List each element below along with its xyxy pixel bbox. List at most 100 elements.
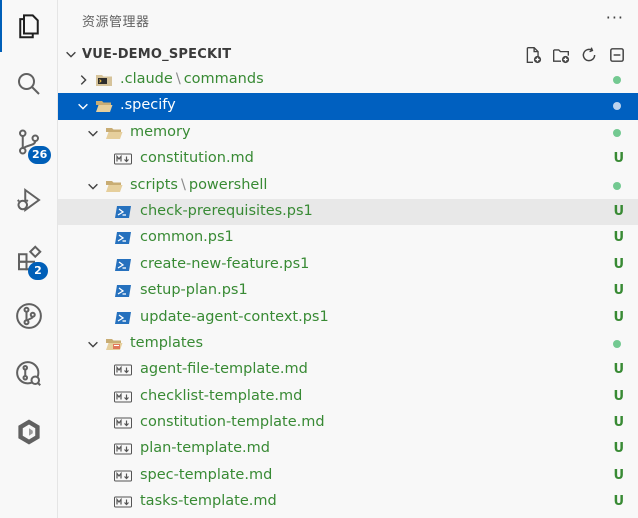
search-icon[interactable] (0, 58, 58, 110)
folder-claude-icon (96, 75, 112, 86)
more-actions-button[interactable]: ··· (606, 8, 624, 27)
folder-name: .claude (120, 71, 173, 87)
section-actions (522, 44, 628, 66)
folder-open-icon (106, 180, 123, 192)
untracked-status: U (613, 494, 624, 510)
workspace-section-header[interactable]: VUE-DEMO_SPECKIT (58, 40, 638, 68)
powershell-file-icon (115, 205, 131, 218)
chevron-down-icon (88, 130, 98, 137)
explorer-icon[interactable] (0, 0, 58, 52)
tree-item-memory[interactable]: memory (58, 120, 638, 146)
git-modified-dot (613, 128, 621, 137)
tree-item-template-file[interactable]: checklist-template.md U (58, 384, 638, 410)
file-name: spec-template.md (140, 466, 273, 483)
tree-item-ps-file[interactable]: update-agent-context.ps1 U (58, 305, 638, 331)
untracked-status: U (613, 256, 624, 272)
untracked-status: U (613, 151, 624, 167)
file-name: tasks-template.md (140, 493, 277, 510)
powershell-file-icon (115, 311, 131, 324)
explorer-title: 资源管理器 (82, 14, 150, 30)
file-name: plan-template.md (140, 440, 270, 457)
untracked-status: U (613, 467, 624, 483)
new-folder-icon (553, 49, 570, 64)
tree-item-template-file[interactable]: spec-template.md U (58, 463, 638, 489)
powershell-file-icon (115, 285, 131, 298)
run-debug-icon[interactable] (0, 174, 58, 226)
explorer-sidebar: 资源管理器 ··· VUE-DEMO_SPECKIT .claude \ com… (58, 0, 638, 518)
powershell-file-icon (115, 258, 131, 271)
markdown-file-icon (114, 153, 132, 165)
folder-open-icon (96, 101, 113, 113)
subfolder-name: powershell (188, 176, 268, 193)
folder-templates-icon (106, 338, 123, 350)
extensions-icon[interactable]: 2 (0, 232, 58, 284)
untracked-status: U (613, 309, 624, 325)
git-graph-icon[interactable] (0, 290, 58, 342)
git-history-icon[interactable] (0, 348, 58, 400)
chevron-down-icon (88, 341, 98, 348)
file-name: check-prerequisites.ps1 (140, 202, 313, 219)
tree-item-ps-file[interactable]: check-prerequisites.ps1 U (58, 198, 638, 226)
git-modified-dot (613, 339, 621, 348)
scm-badge: 26 (28, 146, 52, 164)
folder-name: scripts (130, 176, 178, 193)
tree-item-ps-file[interactable]: setup-plan.ps1 U (58, 278, 638, 304)
folder-name: .specify (120, 97, 176, 114)
refresh-icon (582, 47, 596, 62)
markdown-file-icon (114, 496, 132, 508)
new-file-button[interactable] (522, 44, 544, 66)
remote-explorer-icon[interactable] (0, 406, 58, 458)
new-file-icon (526, 47, 542, 64)
untracked-status: U (613, 362, 624, 378)
tree-item-template-file[interactable]: tasks-template.md U (58, 489, 638, 515)
chevron-right-icon (80, 75, 87, 85)
markdown-file-icon (114, 391, 132, 403)
untracked-status: U (613, 283, 624, 299)
tree-item-ps-file[interactable]: create-new-feature.ps1 U (58, 252, 638, 278)
tree-item-constitution-md[interactable]: constitution.md U (58, 146, 638, 172)
folder-open-icon (106, 127, 123, 139)
chevron-down-icon (88, 183, 98, 190)
file-name: common.ps1 (140, 229, 234, 246)
git-modified-dot (613, 181, 621, 190)
untracked-status: U (613, 441, 624, 457)
markdown-file-icon (114, 364, 132, 376)
file-name: agent-file-template.md (140, 361, 308, 378)
file-name: checklist-template.md (140, 387, 303, 404)
collapse-all-icon (610, 48, 624, 62)
tree-item-templates[interactable]: templates (58, 331, 638, 357)
markdown-file-icon (114, 470, 132, 482)
markdown-file-icon (114, 417, 132, 429)
tree-item-ps-file[interactable]: common.ps1 U (58, 225, 638, 251)
path-separator: \ (180, 176, 186, 193)
explorer-header: 资源管理器 ··· (58, 0, 638, 40)
subfolder-name: commands (183, 71, 264, 87)
file-name: constitution.md (140, 150, 254, 167)
file-tree: .claude \ commands .specify memory const… (58, 67, 638, 516)
git-modified-dot (613, 76, 621, 84)
untracked-status: U (613, 230, 624, 246)
path-separator: \ (175, 71, 181, 87)
new-folder-button[interactable] (550, 44, 572, 66)
chevron-down-icon (78, 104, 88, 111)
file-name: setup-plan.ps1 (140, 282, 248, 299)
folder-name: memory (130, 123, 191, 140)
tree-item-template-file[interactable]: agent-file-template.md U (58, 357, 638, 383)
source-control-icon[interactable]: 26 (0, 116, 58, 168)
folder-name: templates (130, 334, 204, 351)
untracked-status: U (613, 203, 624, 219)
chevron-down-icon (66, 51, 76, 58)
untracked-status: U (613, 388, 624, 404)
tree-item-template-file[interactable]: constitution-template.md U (58, 410, 638, 436)
tree-item-scripts-powershell[interactable]: scripts \ powershell (58, 173, 638, 199)
refresh-button[interactable] (578, 44, 600, 66)
file-name: update-agent-context.ps1 (140, 308, 329, 325)
powershell-file-icon (115, 232, 131, 245)
tree-item-specify[interactable]: .specify (58, 93, 638, 120)
tree-item-claude-commands[interactable]: .claude \ commands (58, 67, 638, 93)
collapse-all-button[interactable] (606, 44, 628, 66)
workspace-title: VUE-DEMO_SPECKIT (82, 46, 232, 62)
tree-item-template-file[interactable]: plan-template.md U (58, 436, 638, 462)
untracked-status: U (613, 415, 624, 431)
file-name: create-new-feature.ps1 (140, 255, 310, 272)
